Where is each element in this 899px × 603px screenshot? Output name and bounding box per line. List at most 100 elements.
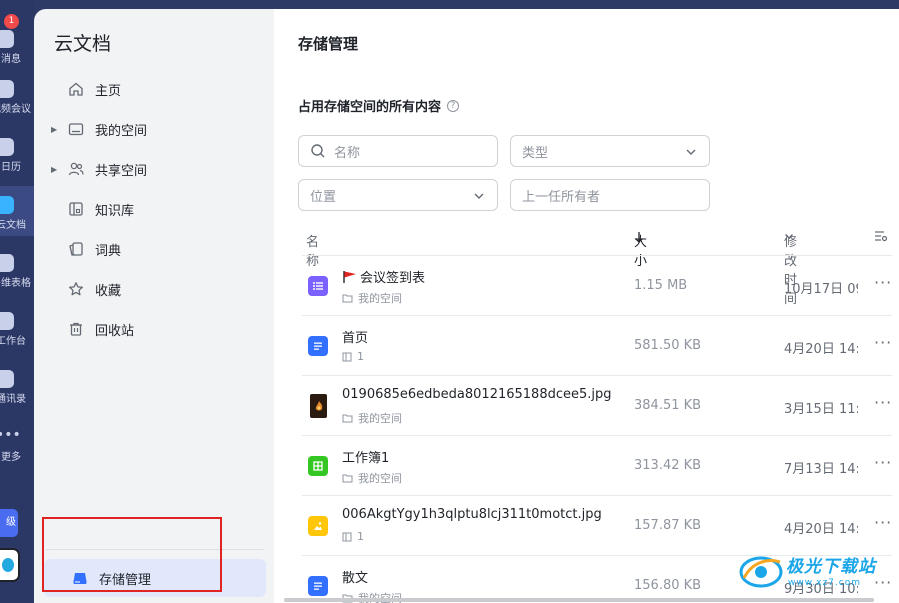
calendar-icon [0,138,14,156]
file-name[interactable]: 会议签到表 [360,267,425,286]
type-select[interactable]: 类型 [510,135,710,167]
rail-item-more[interactable]: ••• 更多 [0,428,34,463]
chevron-down-icon [685,146,697,162]
file-location[interactable]: 1 [357,350,364,363]
rail-item-bitable[interactable]: 多维表格 [0,254,34,289]
expand-arrow-icon[interactable]: ▶ [51,165,57,174]
dictionary-icon [68,241,84,257]
file-name[interactable]: 首页 [342,327,368,346]
watermark-emblem-icon [739,556,783,588]
sidebar-item-favorites[interactable]: 收藏 [54,275,264,303]
table-icon [0,254,14,272]
wiki-icon [68,201,84,217]
horizontal-scrollbar[interactable] [284,598,874,602]
section-title: 占用存储空间的所有内容 ? [298,96,460,115]
doc-icon [308,576,328,596]
rail-item-contacts[interactable]: 通讯录 [0,370,34,405]
file-size: 157.87 KB [634,518,702,533]
modified-time: 4月20日 14: [784,342,858,357]
rail-item-docs[interactable]: 云文档 [0,186,34,236]
help-icon[interactable]: ? [447,99,460,112]
chevron-down-icon [784,231,794,241]
sidebar-item-dictionary[interactable]: 词典 [54,235,264,263]
people-icon [68,161,84,177]
folder-icon [342,473,353,483]
file-size: 313.42 KB [634,458,702,473]
file-location[interactable]: 我的空间 [358,410,402,426]
file-name[interactable]: 散文 [342,567,368,586]
file-size: 384.51 KB [634,398,702,413]
file-size: 1.15 MB [634,278,688,293]
app-logo-icon[interactable] [0,548,20,582]
modified-time: 7月13日 14: [784,462,858,477]
wiki-icon [342,352,352,362]
highlight-annotation-box [42,517,222,592]
chevron-down-icon [473,190,485,206]
folder-icon [68,121,84,137]
rail-item-workbench[interactable]: 工作台 [0,312,34,347]
docs-sidebar: 云文档 主页 ▶ 我的空间 ▶ 共享空间 知识库 词典 收藏 回收站 存储管理 [34,9,274,603]
previous-owner-input[interactable]: 上一任所有者 [510,179,710,211]
sidebar-item-trash[interactable]: 回收站 [54,315,264,343]
rail-item-calendar[interactable]: 日历 [0,138,34,173]
sidebar-item-wiki[interactable]: 知识库 [54,195,264,223]
more-actions-icon[interactable]: ··· [874,273,892,292]
unread-badge: 1 [4,14,19,29]
star-icon [68,281,84,297]
file-location[interactable]: 我的空间 [358,290,402,306]
file-location[interactable]: 我的空间 [358,470,402,486]
table-row[interactable]: 0190685e6edbeda8012165188dcee5.jpg 我的空间 … [302,376,899,436]
more-actions-icon[interactable]: ··· [874,453,892,472]
file-name[interactable]: 工作簿1 [342,447,389,466]
contacts-icon [0,370,14,388]
folder-icon [342,293,353,303]
app-rail: 1 消息 视频会议 日历 云文档 多维表格 工作台 通讯录 ••• 更多 级 [0,0,34,603]
table-row[interactable]: 会议签到表 我的空间 1.15 MB 10月17日 09 ··· [302,256,899,316]
location-select[interactable]: 位置 [298,179,498,211]
name-search-input[interactable]: 名称 [298,135,498,167]
rail-item-meeting[interactable]: 视频会议 [0,80,34,115]
rail-item-messages[interactable]: 消息 [0,30,34,65]
watermark-text: 极光下载站 [786,557,876,577]
sort-down-arrow-icon [634,231,644,243]
image-icon [308,516,328,536]
table-row[interactable]: 006AkgtYgy1h3qlptu8lcj311t0motct.jpg 1 1… [302,496,899,556]
modified-time: 4月20日 14: [784,522,858,537]
file-name[interactable]: 0190685e6edbeda8012165188dcee5.jpg [342,387,612,402]
sidebar-title: 云文档 [54,33,112,55]
video-icon [0,80,14,98]
table-row[interactable]: 工作簿1 我的空间 313.42 KB 7月13日 14: ··· [302,436,899,496]
cloud-doc-icon [0,196,14,214]
sidebar-item-shared-space[interactable]: ▶ 共享空间 [51,155,264,183]
file-size: 581.50 KB [634,338,702,353]
upgrade-button[interactable]: 级 [0,509,18,537]
more-actions-icon[interactable]: ··· [874,513,892,532]
modified-time: 10月17日 09 [784,282,858,297]
column-settings-icon[interactable] [874,229,888,243]
home-icon [68,81,84,97]
modified-time: 3月15日 11: [784,402,858,417]
red-flag-icon [342,270,358,284]
chat-icon [0,30,14,48]
wiki-icon [342,532,352,542]
search-icon [310,143,326,159]
file-size: 156.80 KB [634,578,702,593]
file-name[interactable]: 006AkgtYgy1h3qlptu8lcj311t0motct.jpg [342,507,602,522]
expand-arrow-icon[interactable]: ▶ [51,125,57,134]
form-icon [308,276,328,296]
watermark-url: www.xz7.com [788,578,861,588]
watermark-logo: 极光下载站 www.xz7.com [738,548,898,596]
file-location[interactable]: 1 [357,530,364,543]
sidebar-item-my-space[interactable]: ▶ 我的空间 [51,115,264,143]
table-header: 名称 大小 修改时间 [302,223,899,307]
table-row[interactable]: 首页 1 581.50 KB 4月20日 14: ··· [302,316,899,376]
more-actions-icon[interactable]: ··· [874,393,892,412]
workbench-icon [0,312,14,330]
sidebar-item-home[interactable]: 主页 [54,75,264,103]
folder-icon [342,413,353,423]
more-actions-icon[interactable]: ··· [874,333,892,352]
page-title: 存储管理 [298,35,359,53]
doc-icon [308,336,328,356]
sheet-icon [308,456,328,476]
trash-icon [68,321,84,337]
